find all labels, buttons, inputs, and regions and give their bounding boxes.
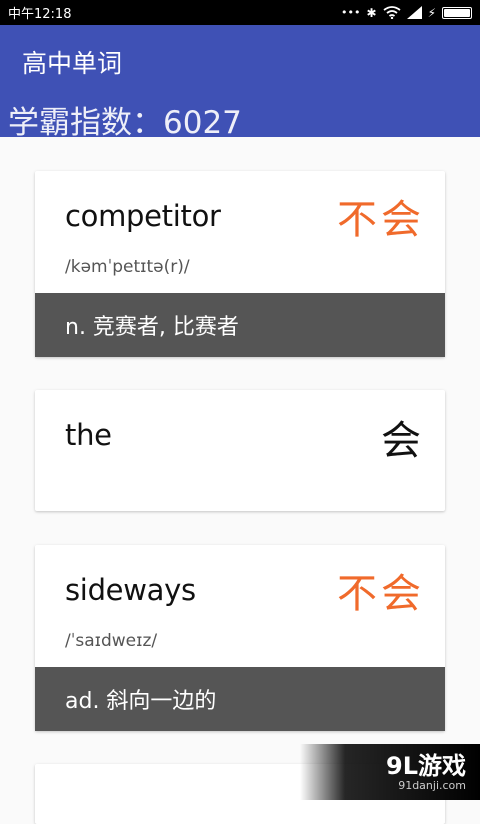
- dont-know-button[interactable]: 不会: [337, 561, 425, 619]
- status-icons: ••• ✱ ⚡: [341, 6, 472, 20]
- bluetooth-icon: ✱: [366, 5, 377, 20]
- signal-icon: [406, 6, 422, 19]
- dont-know-button[interactable]: 不会: [337, 187, 425, 245]
- watermark-url: 91danji.com: [398, 778, 466, 792]
- app-header: 高中单词 学霸指数：6027: [0, 25, 480, 141]
- word-text: the: [65, 418, 112, 452]
- phonetic-text: /kəmˈpetɪtə(r)/: [65, 257, 190, 277]
- word-card[interactable]: competitor 不会 /kəmˈpetɪtə(r)/ n. 竞赛者, 比赛…: [35, 171, 445, 357]
- word-text: sideways: [65, 573, 196, 607]
- word-text: competitor: [65, 199, 221, 233]
- word-card[interactable]: sideways 不会 /ˈsaɪdweɪz/ ad. 斜向一边的: [35, 545, 445, 731]
- score-label: 学霸指数：6027: [8, 105, 242, 141]
- phonetic-text: /ˈsaɪdweɪz/: [65, 631, 158, 651]
- watermark-logo: 9L游戏: [386, 751, 466, 780]
- wifi-icon: [383, 6, 401, 19]
- charging-icon: ⚡: [427, 5, 436, 20]
- know-button[interactable]: 会: [381, 408, 425, 466]
- status-bar: 中午12:18 ••• ✱ ⚡: [0, 0, 480, 25]
- meaning-bar: ad. 斜向一边的: [35, 667, 445, 731]
- battery-fill: [444, 8, 470, 17]
- meaning-bar: n. 竞赛者, 比赛者: [35, 293, 445, 357]
- status-time: 中午12:18: [8, 7, 72, 22]
- word-card[interactable]: the 会: [35, 390, 445, 511]
- site-watermark: 9L游戏 91danji.com: [300, 744, 480, 800]
- app-title: 高中单词: [22, 49, 123, 78]
- battery-icon: [442, 6, 472, 19]
- more-dots-icon: •••: [341, 6, 361, 19]
